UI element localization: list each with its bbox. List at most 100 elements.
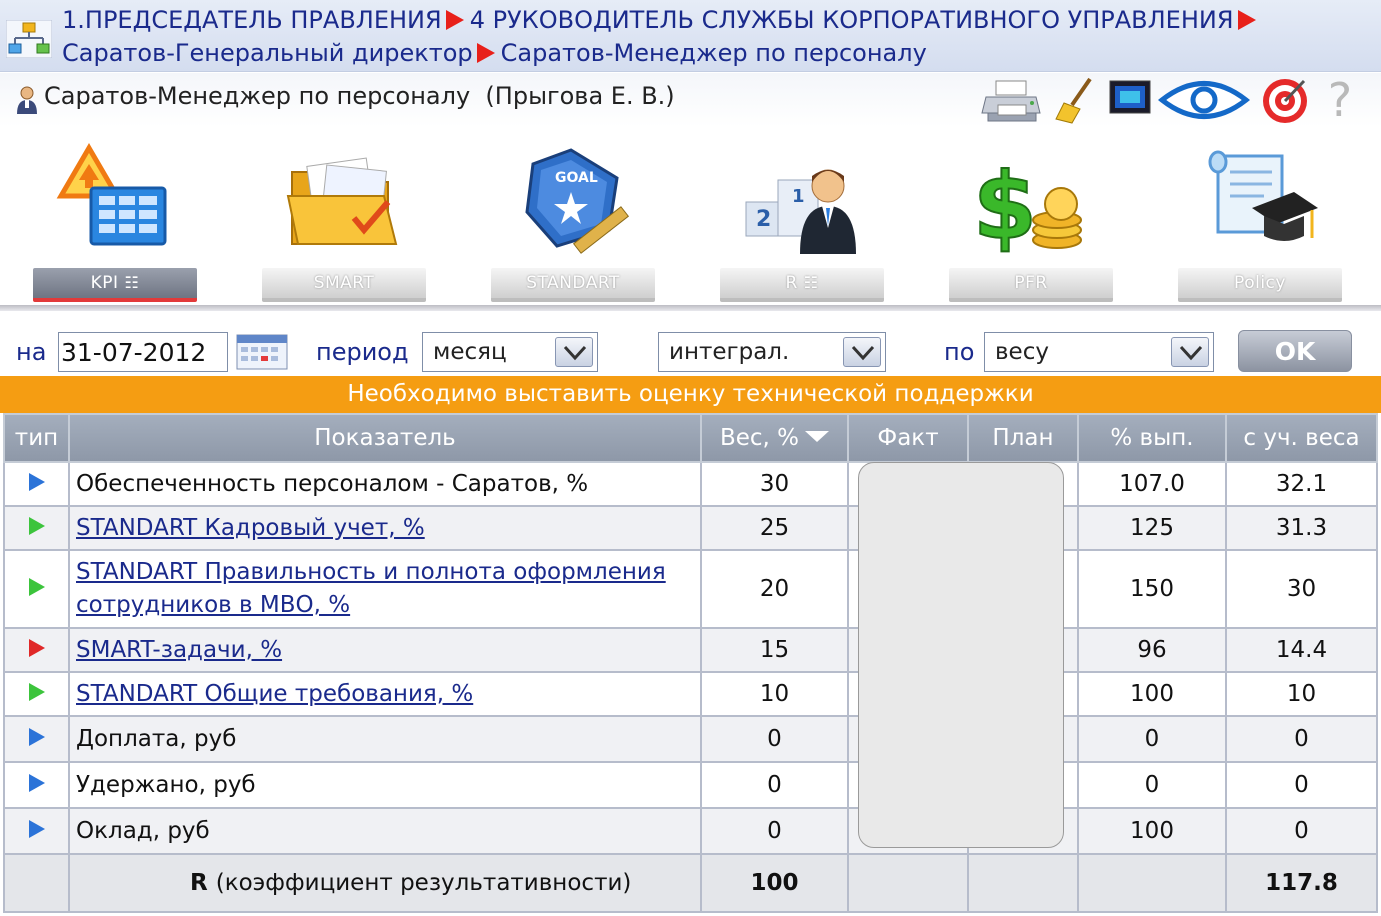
eye-icon[interactable] [1158,75,1250,125]
table-total-row: R (коэффициент результативности) 100 117.8 [3,853,1378,913]
sort-desc-icon [805,431,830,442]
col-header-weighted[interactable]: с уч. веса [1225,413,1378,463]
module-kpi[interactable]: KPI ☷ [30,128,200,318]
weighted-cell: 14.4 [1225,627,1378,673]
indicator-name: Доплата, руб [68,715,702,763]
indicator-name: Обеспеченность персоналом - Саратов, % [68,461,702,507]
weight-cell: 15 [700,627,849,673]
module-policy[interactable]: Policy [1175,128,1345,318]
total-label: R [190,870,208,896]
chevron-down-icon[interactable] [843,337,881,367]
weight-cell: 10 [700,671,849,717]
module-r[interactable]: 2 1 R ☷ [717,128,887,318]
total-plan [967,853,1079,913]
indicator-name[interactable]: STANDART Общие требования, % [68,671,702,717]
play-blue-icon[interactable] [28,473,45,491]
breadcrumb-item[interactable]: 1.ПРЕДСЕДАТЕЛЬ ПРАВЛЕНИЯ [62,6,442,34]
tab-standart[interactable]: STANDART [491,268,655,302]
mode-select[interactable]: интеграл. [658,332,886,372]
chevron-down-icon[interactable] [555,337,593,367]
col-header-percent[interactable]: % вып. [1077,413,1227,463]
percent-cell: 150 [1077,549,1227,629]
org-chart-icon[interactable] [6,20,52,58]
type-cell [3,761,70,809]
date-input[interactable] [58,332,228,372]
table-row[interactable]: STANDART Общие требования, % 10 100 10 [3,671,1378,717]
table-row[interactable]: SMART-задачи, % 15 96 14.4 [3,627,1378,673]
hidden-values-panel [858,462,1064,848]
by-select[interactable]: весу [984,332,1214,372]
col-header-weight[interactable]: Вес, % [700,413,849,463]
breadcrumb-arrow-icon [476,43,495,63]
target-icon[interactable] [1258,75,1312,125]
weighted-cell: 30 [1225,549,1378,629]
breadcrumb-item[interactable]: Саратов-Генеральный директор [62,39,473,67]
folder-icon [286,157,398,245]
weight-cell: 20 [700,549,849,629]
col-header-indicator[interactable]: Показатель [68,413,702,463]
breadcrumb-item-current[interactable]: Саратов-Менеджер по персоналу [501,39,927,67]
broom-icon[interactable] [1052,75,1100,125]
module-standart[interactable]: GOAL STANDART [488,128,658,318]
col-header-type[interactable]: тип [3,413,70,463]
indicator-name: Оклад, руб [68,807,702,855]
type-cell [3,715,70,763]
tab-label: R [785,273,798,293]
play-green-icon[interactable] [28,578,45,596]
play-green-icon[interactable] [28,683,45,701]
by-label: по [944,338,975,366]
period-label: период [316,338,409,366]
tab-policy[interactable]: Policy [1178,268,1342,302]
chevron-down-icon[interactable] [1171,337,1209,367]
tab-r[interactable]: R ☷ [720,268,884,302]
type-cell [3,627,70,673]
play-blue-icon[interactable] [28,820,45,838]
total-fact [847,853,969,913]
indicator-name[interactable]: STANDART Правильность и полнота оформлен… [68,549,702,629]
weight-cell: 30 [700,461,849,507]
module-pfr[interactable]: $ PFR [946,128,1116,318]
list-view-icon: ☷ [124,273,140,292]
tab-pfr[interactable]: PFR [949,268,1113,302]
monitor-icon[interactable] [1108,75,1152,125]
play-blue-icon[interactable] [28,774,45,792]
indicator-name[interactable]: SMART-задачи, % [68,627,702,673]
play-green-icon[interactable] [28,517,45,535]
diploma-cap-icon [1208,150,1318,241]
table-row[interactable]: Оклад, руб 0 100 0 [3,807,1378,855]
table-row[interactable]: STANDART Правильность и полнота оформлен… [3,549,1378,629]
tab-smart[interactable]: SMART [262,268,426,302]
total-sublabel: (коэффициент результативности) [215,870,632,896]
breadcrumb-item[interactable]: 4 РУКОВОДИТЕЛЬ СЛУЖБЫ КОРПОРАТИВНОГО УПР… [470,6,1234,34]
table-row[interactable]: Удержано, руб 0 0 0 [3,761,1378,809]
tab-kpi[interactable]: KPI ☷ [33,268,197,302]
svg-text:GOAL: GOAL [555,170,598,186]
weight-cell: 25 [700,505,849,551]
play-blue-icon[interactable] [28,728,45,746]
weighted-cell: 0 [1225,807,1378,855]
tab-label: Policy [1234,273,1286,293]
indicator-name[interactable]: STANDART Кадровый учет, % [68,505,702,551]
calendar-icon[interactable] [236,334,288,370]
table-row[interactable]: Обеспеченность персоналом - Саратов, % 30… [3,461,1378,507]
table-row[interactable]: STANDART Кадровый учет, % 25 125 31.3 [3,505,1378,551]
tab-label: SMART [313,273,375,293]
weighted-cell: 10 [1225,671,1378,717]
notice-banner[interactable]: Необходимо выставить оценку технической … [0,376,1381,413]
kpi-table: тип Показатель Вес, % Факт План % вып. с… [3,413,1378,913]
ok-button[interactable]: OK [1238,330,1352,372]
module-smart[interactable]: SMART [259,128,429,318]
kpi-icon [56,143,167,246]
col-header-fact[interactable]: Факт [847,413,969,463]
breadcrumb-bar: 1.ПРЕДСЕДАТЕЛЬ ПРАВЛЕНИЯ 4 РУКОВОДИТЕЛЬ С… [0,0,1381,72]
play-red-icon[interactable] [28,639,45,657]
total-weight: 100 [700,853,849,913]
period-select[interactable]: месяц [422,332,598,372]
percent-cell: 100 [1077,807,1227,855]
table-row[interactable]: Доплата, руб 0 0 0 [3,715,1378,763]
col-header-plan[interactable]: План [967,413,1079,463]
svg-text:$: $ [973,153,1037,260]
help-icon[interactable]: ? [1318,75,1362,125]
tab-label: PFR [1014,273,1048,293]
printer-icon[interactable] [980,75,1044,125]
